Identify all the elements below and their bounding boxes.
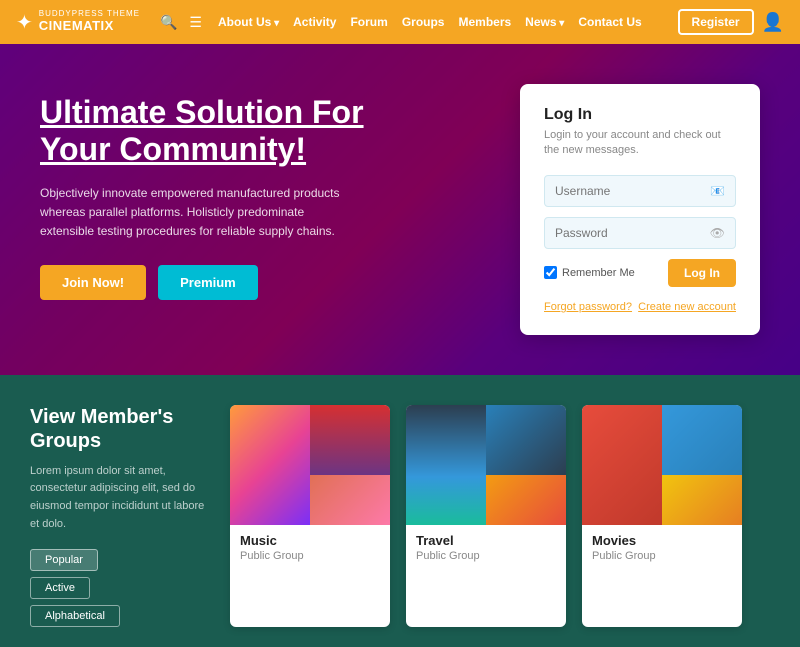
search-icon[interactable]: 🔍 bbox=[160, 14, 177, 31]
navbar: ✦ BUDDYPRESS THEME CINEMATIX 🔍 ☰ About U… bbox=[0, 0, 800, 44]
password-field[interactable]: 👁 bbox=[544, 217, 736, 249]
hero-title: Ultimate Solution For Your Community! bbox=[40, 94, 380, 168]
group-music-info: Music Public Group bbox=[230, 525, 390, 570]
group-music-type: Public Group bbox=[240, 550, 380, 562]
password-icon: 👁 bbox=[710, 226, 725, 240]
groups-title: View Member's Groups bbox=[30, 405, 210, 453]
login-subtitle: Login to your account and check out the … bbox=[544, 128, 736, 159]
nav-news[interactable]: News bbox=[525, 15, 564, 29]
group-card-images-movies bbox=[582, 405, 742, 525]
group-movies-sub-img1 bbox=[662, 405, 742, 475]
nav-about[interactable]: About Us bbox=[218, 15, 279, 29]
nav-forum[interactable]: Forum bbox=[350, 15, 387, 29]
logo-name: CINEMATIX bbox=[39, 18, 114, 33]
group-travel-info: Travel Public Group bbox=[406, 525, 566, 570]
group-movies-name: Movies bbox=[592, 533, 732, 548]
nav-contact[interactable]: Contact Us bbox=[578, 15, 641, 29]
group-movies-main-img bbox=[582, 405, 662, 525]
hero-description: Objectively innovate empowered manufactu… bbox=[40, 184, 360, 242]
group-music-name: Music bbox=[240, 533, 380, 548]
groups-left: View Member's Groups Lorem ipsum dolor s… bbox=[30, 405, 210, 627]
nav-icons: 🔍 ☰ bbox=[160, 14, 202, 31]
register-button[interactable]: Register bbox=[678, 9, 754, 35]
hero-content: Ultimate Solution For Your Community! Ob… bbox=[40, 84, 520, 300]
login-card: Log In Login to your account and check o… bbox=[520, 84, 760, 335]
remember-me-checkbox[interactable] bbox=[544, 266, 557, 279]
groups-description: Lorem ipsum dolor sit amet, consectetur … bbox=[30, 463, 210, 533]
remember-me-label[interactable]: Remember Me bbox=[544, 266, 635, 279]
username-icon: 📧 bbox=[710, 184, 725, 198]
user-icon[interactable]: 👤 bbox=[762, 12, 784, 33]
filter-alphabetical[interactable]: Alphabetical bbox=[30, 605, 120, 627]
group-travel-sub-img1 bbox=[486, 405, 566, 475]
group-card-music[interactable]: Music Public Group bbox=[230, 405, 390, 627]
login-title: Log In bbox=[544, 106, 736, 124]
group-music-sub-img2 bbox=[310, 475, 390, 525]
group-travel-sub-img2 bbox=[486, 475, 566, 525]
group-movies-info: Movies Public Group bbox=[582, 525, 742, 570]
username-field[interactable]: 📧 bbox=[544, 175, 736, 207]
forgot-password-link[interactable]: Forgot password? bbox=[544, 301, 632, 313]
group-travel-type: Public Group bbox=[416, 550, 556, 562]
group-travel-main-img bbox=[406, 405, 486, 525]
hero-section: Ultimate Solution For Your Community! Ob… bbox=[0, 44, 800, 375]
group-card-images-travel bbox=[406, 405, 566, 525]
group-card-movies[interactable]: Movies Public Group bbox=[582, 405, 742, 627]
password-input[interactable] bbox=[555, 226, 710, 240]
create-account-link[interactable]: Create new account bbox=[638, 301, 736, 313]
login-button[interactable]: Log In bbox=[668, 259, 736, 287]
nav-activity[interactable]: Activity bbox=[293, 15, 336, 29]
join-button[interactable]: Join Now! bbox=[40, 265, 146, 300]
filter-buttons: Popular Active Alphabetical bbox=[30, 549, 210, 627]
logo[interactable]: ✦ BUDDYPRESS THEME CINEMATIX bbox=[16, 10, 140, 35]
logo-icon: ✦ bbox=[16, 10, 33, 35]
group-music-sub-img1 bbox=[310, 405, 390, 475]
nav-members[interactable]: Members bbox=[458, 15, 511, 29]
group-music-main-img bbox=[230, 405, 310, 525]
menu-icon[interactable]: ☰ bbox=[189, 14, 202, 31]
logo-text: BUDDYPRESS THEME CINEMATIX bbox=[39, 10, 140, 33]
group-cards: Music Public Group Travel Public Group bbox=[230, 405, 770, 627]
remember-me-text: Remember Me bbox=[562, 267, 635, 279]
filter-active[interactable]: Active bbox=[30, 577, 90, 599]
group-movies-sub-img2 bbox=[662, 475, 742, 525]
login-options-row: Remember Me Log In bbox=[544, 259, 736, 287]
premium-button[interactable]: Premium bbox=[158, 265, 258, 300]
group-travel-name: Travel bbox=[416, 533, 556, 548]
group-card-images-music bbox=[230, 405, 390, 525]
group-card-travel[interactable]: Travel Public Group bbox=[406, 405, 566, 627]
login-links: Forgot password? Create new account bbox=[544, 301, 736, 313]
nav-links: About Us Activity Forum Groups Members N… bbox=[218, 15, 670, 29]
filter-popular[interactable]: Popular bbox=[30, 549, 98, 571]
group-movies-type: Public Group bbox=[592, 550, 732, 562]
nav-groups[interactable]: Groups bbox=[402, 15, 445, 29]
username-input[interactable] bbox=[555, 184, 710, 198]
hero-buttons: Join Now! Premium bbox=[40, 265, 520, 300]
groups-section: View Member's Groups Lorem ipsum dolor s… bbox=[0, 375, 800, 647]
